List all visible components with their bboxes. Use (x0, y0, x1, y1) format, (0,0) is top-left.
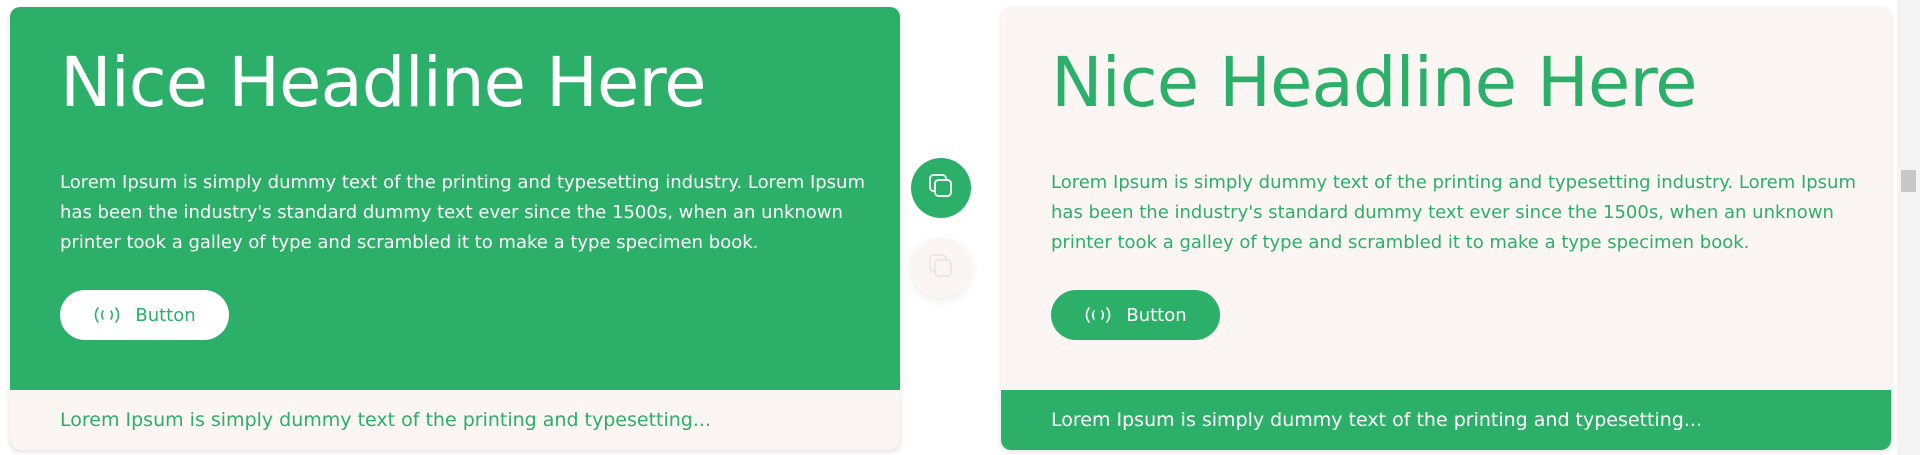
card-button-label: Button (135, 304, 196, 326)
card-footer-text: Lorem Ipsum is simply dummy text of the … (1051, 409, 1702, 431)
card-description: Lorem Ipsum is simply dummy text of the … (60, 172, 865, 253)
card-footer-text: Lorem Ipsum is simply dummy text of the … (60, 409, 711, 431)
card-headline: Nice Headline Here (60, 43, 707, 123)
card-footer: Lorem Ipsum is simply dummy text of the … (10, 390, 900, 450)
scrollbar-thumb[interactable] (1901, 170, 1916, 192)
copy-icon (926, 171, 956, 206)
card-button[interactable]: Button (1051, 290, 1220, 340)
card-cream: Nice Headline Here Lorem Ipsum is simply… (1001, 7, 1891, 450)
card-body: Nice Headline Here Lorem Ipsum is simply… (1001, 7, 1891, 390)
copy-icon (926, 251, 956, 286)
card-description: Lorem Ipsum is simply dummy text of the … (1051, 172, 1856, 253)
card-green: Nice Headline Here Lorem Ipsum is simply… (10, 7, 900, 450)
broadcast-icon (93, 306, 121, 324)
vertical-scrollbar[interactable] (1897, 0, 1920, 455)
card-headline: Nice Headline Here (1051, 43, 1698, 123)
card-button-label: Button (1126, 304, 1187, 326)
copy-button-secondary[interactable] (911, 238, 971, 298)
broadcast-icon (1084, 306, 1112, 324)
card-body: Nice Headline Here Lorem Ipsum is simply… (10, 7, 900, 390)
card-footer: Lorem Ipsum is simply dummy text of the … (1001, 390, 1891, 450)
copy-button[interactable] (911, 158, 971, 218)
card-button[interactable]: Button (60, 290, 229, 340)
